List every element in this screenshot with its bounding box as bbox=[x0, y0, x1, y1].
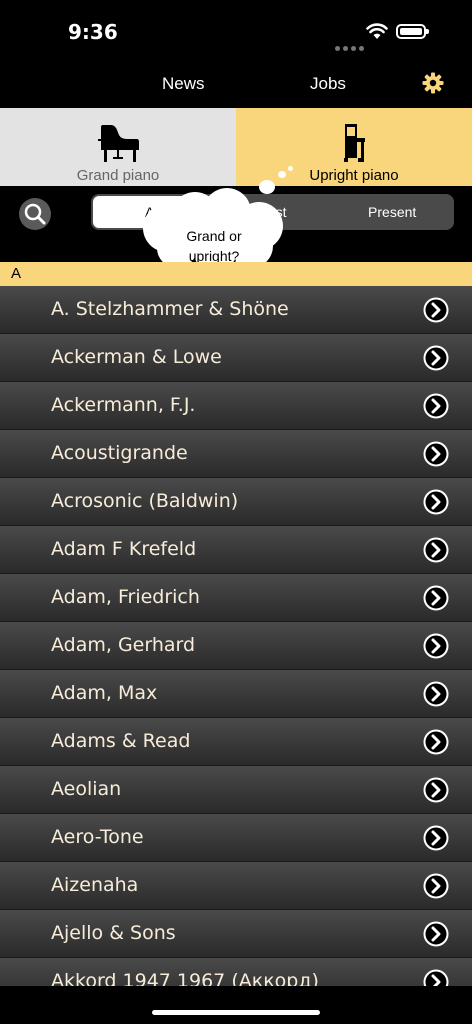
chevron-right-icon[interactable] bbox=[423, 825, 449, 851]
list-item[interactable]: Adam, Max bbox=[0, 670, 472, 718]
list-item[interactable]: Adams & Read bbox=[0, 718, 472, 766]
list-item[interactable]: Adam, Friedrich bbox=[0, 574, 472, 622]
bottom-safe-area bbox=[0, 986, 472, 1024]
piano-type-selector: Grand piano Upright piano bbox=[0, 108, 472, 186]
bubble-text: Grand or upright? bbox=[135, 226, 293, 266]
chevron-right-icon[interactable] bbox=[423, 345, 449, 371]
list-item-label: Aeolian bbox=[51, 778, 122, 800]
list-item-label: Adam, Friedrich bbox=[51, 586, 200, 608]
list-item[interactable]: Aizenaha bbox=[0, 862, 472, 910]
gear-icon[interactable] bbox=[422, 72, 444, 94]
search-button[interactable] bbox=[19, 198, 51, 230]
chevron-right-icon[interactable] bbox=[423, 297, 449, 323]
nav-news-link[interactable]: News bbox=[162, 74, 205, 94]
chevron-right-icon[interactable] bbox=[423, 585, 449, 611]
list-item-label: Adam, Max bbox=[51, 682, 158, 704]
chevron-right-icon[interactable] bbox=[423, 921, 449, 947]
list-item-label: Adams & Read bbox=[51, 730, 191, 752]
list-item-label: Aizenaha bbox=[51, 874, 139, 896]
upright-piano-icon bbox=[344, 124, 365, 162]
list-item[interactable]: Acoustigrande bbox=[0, 430, 472, 478]
list-item[interactable]: Acrosonic (Baldwin) bbox=[0, 478, 472, 526]
chevron-right-icon[interactable] bbox=[423, 537, 449, 563]
list-item[interactable]: A. Stelzhammer & Shöne bbox=[0, 286, 472, 334]
grand-piano-option[interactable]: Grand piano bbox=[0, 108, 236, 186]
chevron-right-icon[interactable] bbox=[423, 681, 449, 707]
chevron-right-icon[interactable] bbox=[423, 873, 449, 899]
list-item[interactable]: Aeolian bbox=[0, 766, 472, 814]
search-icon bbox=[24, 203, 46, 225]
chevron-right-icon[interactable] bbox=[423, 393, 449, 419]
bubble-line-1: Grand or bbox=[186, 228, 242, 244]
signal-dots-icon bbox=[335, 36, 367, 55]
home-indicator[interactable] bbox=[152, 1010, 320, 1015]
top-nav: News Jobs bbox=[0, 62, 472, 106]
chevron-right-icon[interactable] bbox=[423, 633, 449, 659]
list-item[interactable]: Ajello & Sons bbox=[0, 910, 472, 958]
manufacturer-list: A. Stelzhammer & Shöne Ackerman & Lowe Ack… bbox=[0, 286, 472, 1006]
list-item[interactable]: Ackerman & Lowe bbox=[0, 334, 472, 382]
list-item[interactable]: Aero-Tone bbox=[0, 814, 472, 862]
section-header: A bbox=[0, 262, 472, 286]
list-item-label: Acrosonic (Baldwin) bbox=[51, 490, 239, 512]
bubble-puff bbox=[278, 171, 286, 178]
chevron-right-icon[interactable] bbox=[423, 729, 449, 755]
thought-bubble-tooltip: Grand or upright? bbox=[135, 188, 293, 272]
list-item-label: Acoustigrande bbox=[51, 442, 188, 464]
chevron-right-icon[interactable] bbox=[423, 777, 449, 803]
list-item-label: Aero-Tone bbox=[51, 826, 144, 848]
list-item-label: Ackermann, F.J. bbox=[51, 394, 196, 416]
list-item-label: Ackerman & Lowe bbox=[51, 346, 222, 368]
list-item-label: Adam, Gerhard bbox=[51, 634, 196, 656]
status-time: 9:36 bbox=[68, 20, 118, 44]
grand-piano-icon bbox=[98, 125, 139, 162]
bubble-puff bbox=[288, 166, 293, 171]
filter-present[interactable]: Present bbox=[332, 196, 452, 228]
battery-icon bbox=[396, 24, 429, 39]
chevron-right-icon[interactable] bbox=[423, 489, 449, 515]
list-item-label: Adam F Krefeld bbox=[51, 538, 197, 560]
wifi-icon bbox=[366, 23, 388, 39]
list-item-label: A. Stelzhammer & Shöne bbox=[51, 298, 289, 320]
nav-jobs-link[interactable]: Jobs bbox=[310, 74, 346, 94]
list-item-label: Ajello & Sons bbox=[51, 922, 176, 944]
status-bar: 9:36 bbox=[0, 0, 472, 60]
upright-piano-option[interactable]: Upright piano bbox=[236, 108, 472, 186]
list-item[interactable]: Adam F Krefeld bbox=[0, 526, 472, 574]
list-item[interactable]: Adam, Gerhard bbox=[0, 622, 472, 670]
grand-piano-label: Grand piano bbox=[76, 167, 160, 184]
chevron-right-icon[interactable] bbox=[423, 441, 449, 467]
list-item[interactable]: Ackermann, F.J. bbox=[0, 382, 472, 430]
